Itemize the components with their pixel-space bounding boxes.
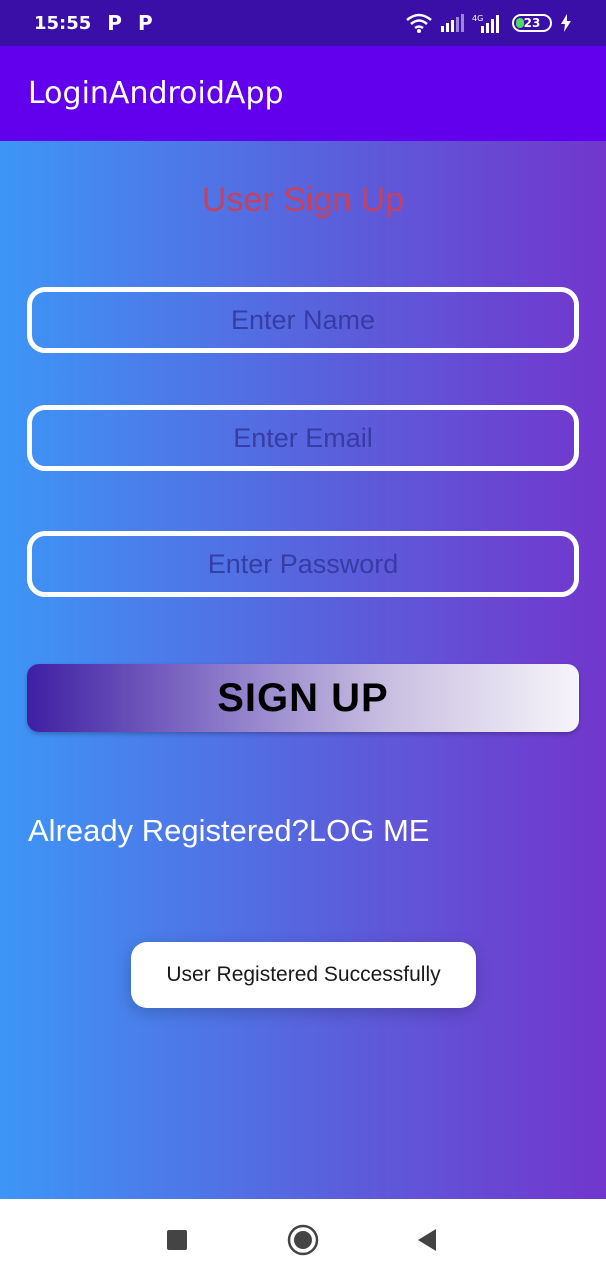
notification-icon: P xyxy=(137,11,153,35)
password-field-container xyxy=(27,531,579,597)
status-bar: 15:55 P P 4G 23 xyxy=(0,0,606,46)
password-input[interactable] xyxy=(32,536,574,592)
nav-bar xyxy=(0,1199,606,1280)
signup-screen: User Sign Up SIGN UP Already Registered?… xyxy=(0,141,606,1199)
status-right: 4G 23 xyxy=(406,13,572,33)
network-label: 4G xyxy=(472,14,483,23)
toast-message: User Registered Successfully xyxy=(166,963,441,986)
signal-icon xyxy=(440,14,464,32)
signup-button[interactable]: SIGN UP xyxy=(27,664,579,732)
email-input[interactable] xyxy=(32,410,574,466)
home-circle-icon[interactable] xyxy=(286,1223,320,1257)
status-time: 15:55 xyxy=(34,12,92,34)
back-triangle-icon[interactable] xyxy=(410,1223,444,1257)
app-title: LoginAndroidApp xyxy=(28,76,284,111)
name-field-container xyxy=(27,287,579,353)
form-title: User Sign Up xyxy=(201,181,405,219)
signal-4g-icon: 4G xyxy=(472,13,504,33)
wifi-icon xyxy=(406,13,432,33)
battery-icon: 23 xyxy=(512,14,552,32)
toast: User Registered Successfully xyxy=(131,942,476,1008)
notification-icon: P xyxy=(107,11,122,35)
email-field-container xyxy=(27,405,579,471)
battery-level: 23 xyxy=(523,16,541,30)
login-link[interactable]: Already Registered?LOG ME xyxy=(28,813,429,849)
charging-icon xyxy=(560,14,572,32)
name-input[interactable] xyxy=(32,292,574,348)
recents-square-icon[interactable] xyxy=(160,1223,194,1257)
app-bar: LoginAndroidApp xyxy=(0,46,606,141)
signup-button-label: SIGN UP xyxy=(217,675,389,720)
